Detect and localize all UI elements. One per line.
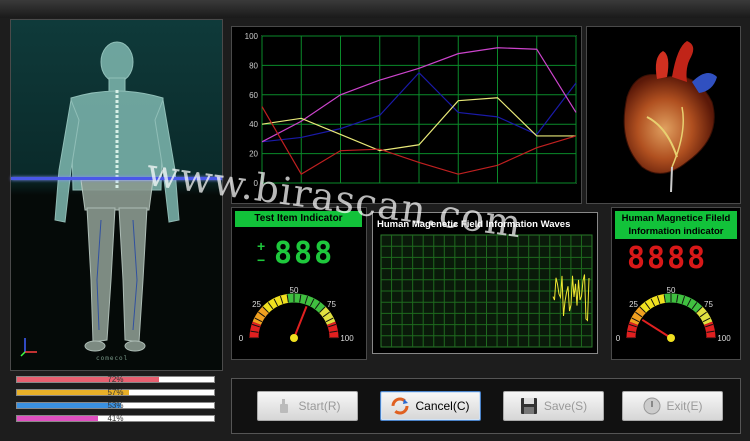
exit-button[interactable]: Exit(E) [622,391,723,421]
scan-line [11,177,222,180]
y-tick-label: 60 [249,91,258,100]
model-label: comecol [96,355,129,362]
save-label: Save(S) [543,399,588,413]
y-tick-label: 20 [249,150,258,159]
progress-bar: 72% [16,375,215,384]
magnetic-gauge: 0 25 50 75 100 [616,286,731,343]
title-bar [0,0,750,18]
gauge-label: 75 [704,300,713,309]
hand-icon [275,397,293,415]
test-item-panel: Test Item Indicator + − 888 0 25 50 75 100 [231,207,367,360]
start-button[interactable]: Start(R) [257,391,358,421]
body-model-panel: comecol [10,19,223,371]
save-button[interactable]: Save(S) [503,391,604,421]
progress-label: 72% [107,375,124,384]
line-chart-panel: 100 80 60 40 20 0 [231,26,582,204]
gauge-label: 25 [629,300,638,309]
heart-image [623,41,717,193]
gauge-needle [641,318,672,339]
gauge-label: 100 [340,334,354,343]
gauge-label: 0 [239,334,244,343]
wave-graph [380,234,593,348]
floppy-disk-icon [520,397,538,415]
magnetic-panel: Human Magnetice Fileld Information indic… [611,207,741,360]
gauge-label: 75 [327,300,336,309]
gauge-hub [290,334,298,342]
progress-label: 41% [107,414,124,423]
test-item-gauge: 0 25 50 75 100 [239,286,354,343]
power-icon [643,397,661,415]
y-tick-label: 100 [245,32,259,41]
axis-gizmo-icon [20,338,37,357]
gauge-label: 0 [616,334,621,343]
magnetic-title: Human Magnetice Fileld Information indic… [615,211,737,239]
y-tick-label: 80 [249,61,258,70]
gauge-hub [667,334,675,342]
wave-panel: Human Magenetic Field Information Waves [372,212,598,354]
line-chart: 100 80 60 40 20 0 [245,32,577,188]
exit-label: Exit(E) [666,399,703,413]
minus-sign: − [257,252,266,268]
progress-bars: 72% 57% 53% 41% [16,375,215,428]
test-item-title: Test Item Indicator [235,211,362,227]
gauge-label: 50 [290,286,299,295]
y-tick-label: 0 [254,179,259,188]
start-label: Start(R) [298,399,341,413]
gauge-label: 25 [252,300,261,309]
cancel-refresh-icon [391,397,409,415]
progress-bar: 57% [16,388,215,397]
test-item-digits: 888 [274,236,335,271]
gauge-label: 100 [717,334,731,343]
human-body-image [20,41,180,357]
progress-bar: 53% [16,401,215,410]
progress-bar: 41% [16,414,215,423]
progress-label: 57% [107,388,124,397]
cancel-button[interactable]: Cancel(C) [380,391,481,421]
progress-label: 53% [107,401,124,410]
gauge-needle [293,306,308,339]
button-bar: Start(R) Cancel(C) Save(S) Exit(E) [231,378,741,434]
y-tick-label: 40 [249,120,258,129]
gauge-label: 50 [667,286,676,295]
heart-panel [586,26,741,204]
magnetic-digits: 8888 [627,241,708,276]
cancel-label: Cancel(C) [415,399,470,413]
